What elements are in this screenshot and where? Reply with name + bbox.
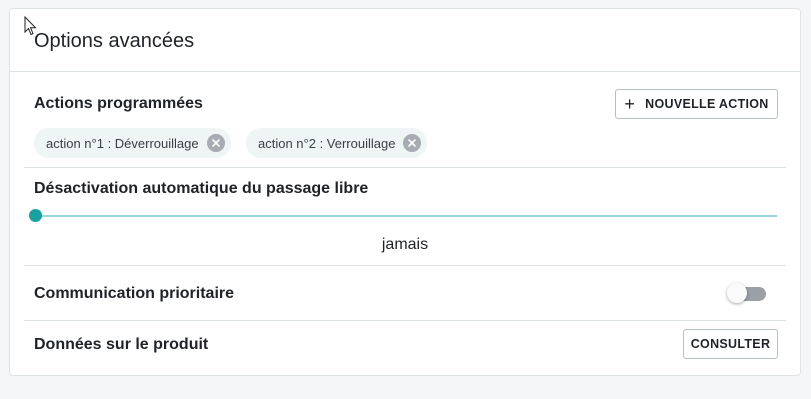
mouse-pointer-icon [24,16,37,36]
card-header: Options avancées [10,9,800,72]
new-action-button[interactable]: + NOUVELLE ACTION [615,89,778,119]
divider [24,265,786,266]
new-action-label: NOUVELLE ACTION [645,97,769,111]
slider-track[interactable] [35,215,777,217]
toggle-thumb[interactable] [727,283,747,303]
scheduled-actions-label: Actions programmées [34,95,203,112]
slider-value: jamais [381,236,429,253]
close-circle-icon[interactable] [403,134,422,152]
slider-thumb[interactable] [29,209,42,222]
chip-label: action n°1 : Déverrouillage [46,135,199,151]
product-data-label: Données sur le produit [34,336,209,353]
auto-deactivation-label: Désactivation automatique du passage lib… [34,180,369,197]
consult-button[interactable]: CONSULTER [683,329,778,359]
close-circle-icon[interactable] [206,134,225,152]
consult-label: CONSULTER [690,337,771,351]
plus-icon: + [624,94,636,114]
chip-label: action n°2 : Verrouillage [258,135,396,151]
card-title: Options avancées [34,29,195,52]
action-chip-1[interactable]: action n°1 : Déverrouillage [34,128,231,158]
priority-communication-label: Communication prioritaire [34,285,235,302]
action-chip-2[interactable]: action n°2 : Verrouillage [246,128,428,158]
divider [24,320,786,321]
advanced-options-card: Options avancées Actions programmées + N… [9,8,801,376]
divider [24,167,786,168]
